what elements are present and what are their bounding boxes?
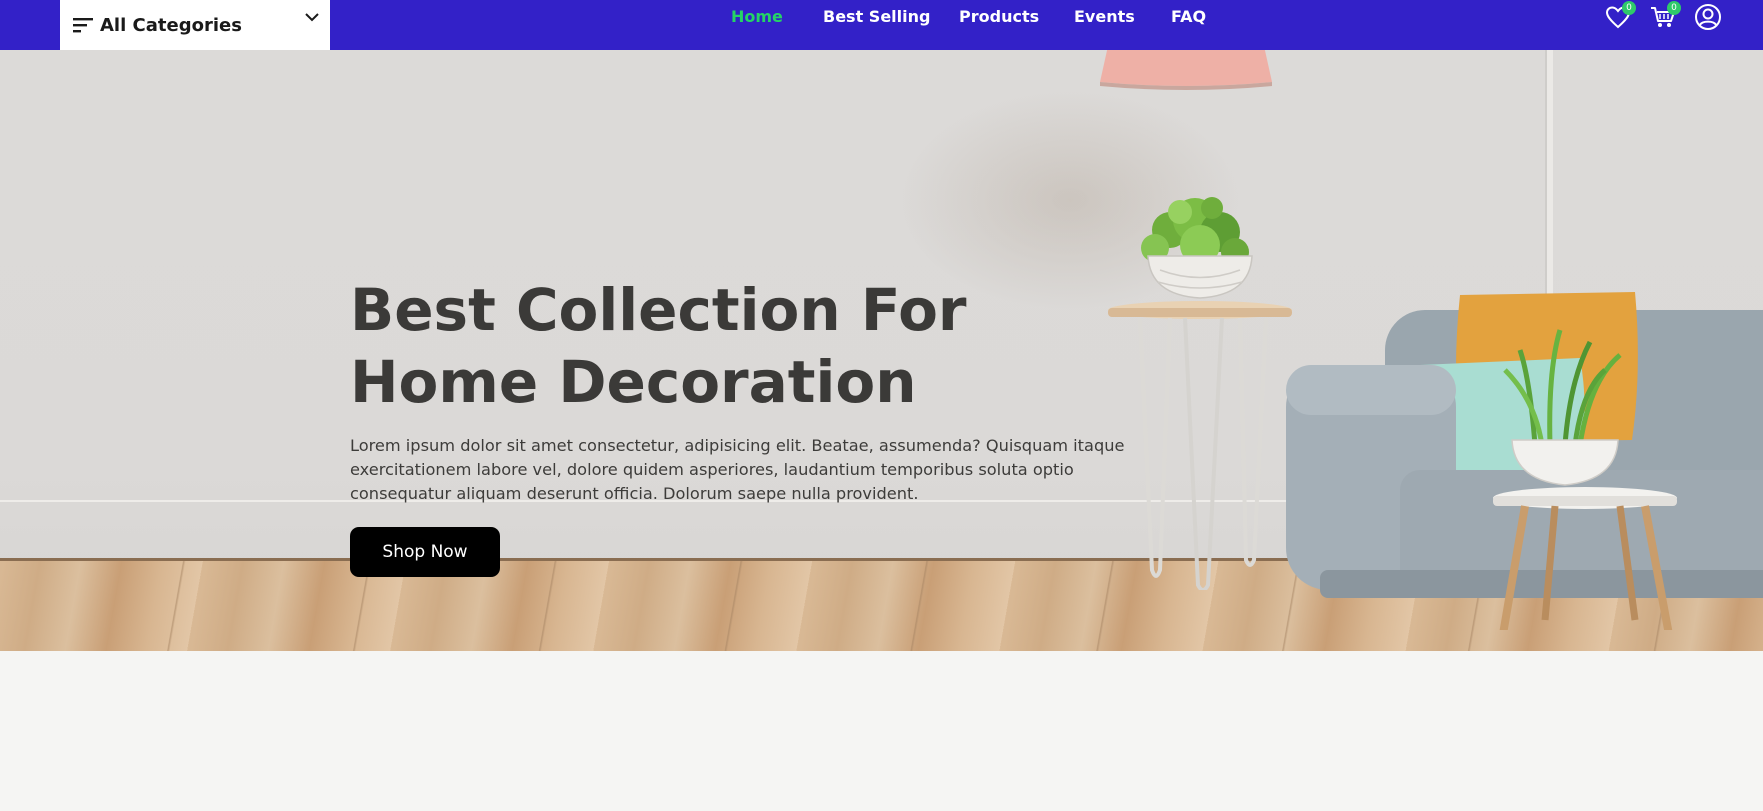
categories-label: All Categories	[100, 14, 242, 36]
wishlist-button[interactable]: 0	[1604, 1, 1636, 31]
nav-home[interactable]: Home	[731, 7, 783, 26]
hero-title-line-1: Best Collection For	[350, 276, 967, 344]
cart-count-badge: 0	[1667, 1, 1681, 15]
categories-dropdown[interactable]: All Categories	[60, 0, 330, 50]
sofa-image	[1286, 292, 1763, 630]
nav-products[interactable]: Products	[959, 7, 1039, 26]
plant-side-table-image	[1108, 197, 1292, 590]
cart-button[interactable]: 0	[1649, 1, 1681, 31]
shop-now-button[interactable]: Shop Now	[350, 527, 500, 577]
nav-events[interactable]: Events	[1074, 7, 1135, 26]
hero-banner: Best Collection For Home Decoration Lore…	[0, 50, 1763, 651]
hero-title-line-2: Home Decoration	[350, 348, 917, 416]
nav-faq[interactable]: FAQ	[1171, 7, 1206, 26]
top-navbar: All Categories Home Best Selling Product…	[0, 0, 1763, 50]
user-icon	[1695, 4, 1721, 30]
account-button[interactable]	[1694, 3, 1722, 31]
menu-icon	[73, 18, 93, 33]
pendant-lamp-image	[1100, 50, 1272, 90]
hero-title: Best Collection For Home Decoration	[350, 274, 1050, 418]
page-body-empty	[0, 651, 1763, 811]
chevron-down-icon	[305, 13, 319, 22]
wishlist-count-badge: 0	[1622, 1, 1636, 15]
nav-best-selling[interactable]: Best Selling	[823, 7, 930, 26]
hero-description: Lorem ipsum dolor sit amet consectetur, …	[350, 436, 1125, 503]
